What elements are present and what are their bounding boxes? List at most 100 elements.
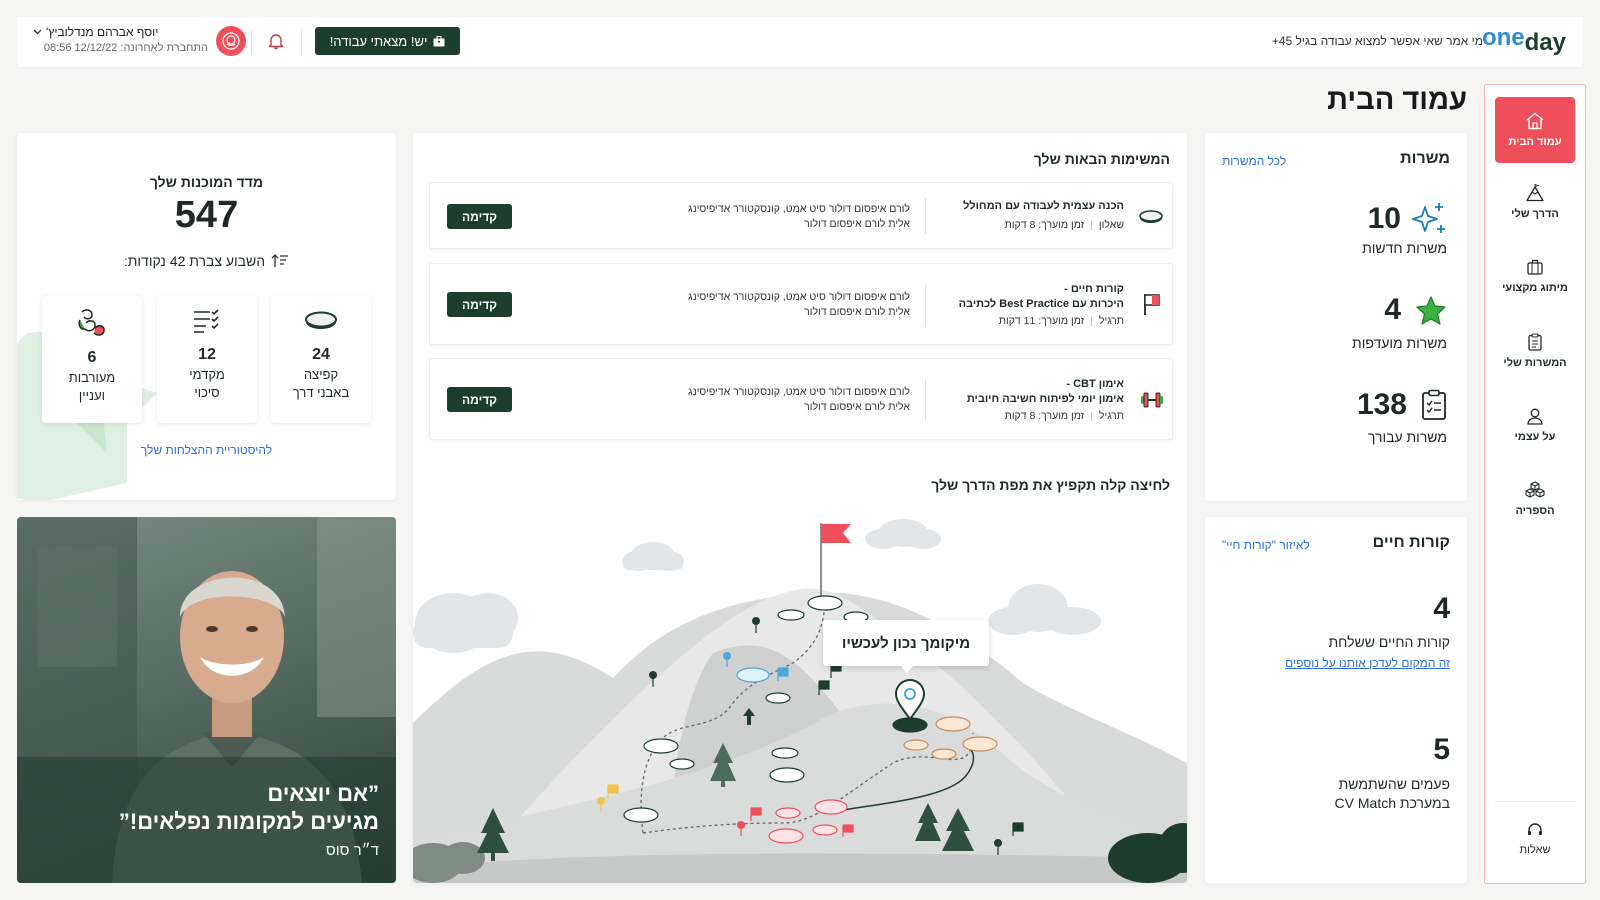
task-type: תרגיל (1098, 410, 1124, 422)
resumes-area-link[interactable]: לאיזור "קורות חיי" (1222, 538, 1310, 552)
stone-icon (1138, 209, 1164, 225)
cv-match-label-line: פעמים שהשתמשת (1338, 776, 1450, 792)
sidebar-item-label: עמוד הבית (1508, 136, 1562, 148)
found-job-button[interactable]: יש! מצאתי עבודה! (315, 27, 460, 55)
summit-flag-icon (821, 524, 851, 543)
tile-label-line: סיכוי (194, 385, 220, 400)
jobs-title: משרות (1400, 150, 1450, 167)
task-row[interactable]: קורות חיים - היכרות עם Best Practice לכת… (429, 263, 1173, 345)
quote-card: ”אם יוצאים מגיעים למקומות נפלאים!” ד״ר ס… (17, 517, 396, 883)
task-meta: תרגיל | זמן מוערך: 11 דקות (999, 315, 1124, 327)
jobs-for-you-value: 138 (1356, 388, 1407, 421)
resumes-card: קורות חיים לאיזור "קורות חיי" 4 קורות הח… (1205, 517, 1467, 883)
task-title: קורות חיים - היכרות עם Best Practice לכת… (959, 282, 1124, 312)
sidebar: עמוד הבית הדרך שלי מיתוג מקצועי המשרות ש… (1484, 84, 1586, 884)
sidebar-item-branding[interactable]: מיתוג מקצועי (1495, 246, 1575, 306)
tile-value: 12 (198, 346, 216, 363)
tagline: מי אמר שאי אפשר למצוא עבודה בגיל 45+ (1271, 34, 1483, 48)
sidebar-item-home[interactable]: עמוד הבית (1495, 97, 1575, 163)
stat-new-jobs[interactable]: 10 (1368, 201, 1447, 237)
readiness-tile[interactable]: 12 מקדמי סיכוי (157, 296, 257, 423)
task-title-line: קורות חיים - (1064, 283, 1124, 295)
dumbbell-icon (1140, 391, 1164, 409)
tasks-title: המשימות הבאות שלך (1033, 151, 1170, 167)
user-info[interactable]: יוסף אברהם מנדלוביץ' התחברת לאחרונה: 12/… (33, 25, 208, 54)
task-go-button[interactable]: קדימה (447, 387, 512, 412)
task-go-button[interactable]: קדימה (447, 292, 512, 317)
cloud (988, 584, 1101, 635)
divider (925, 198, 926, 234)
task-title: אימון CBT - אימון יומי לפיתוח חשיבה חיוב… (967, 377, 1124, 407)
mountain-icon (1525, 184, 1545, 202)
favorite-jobs-label: משרות מועדפות (1352, 335, 1447, 351)
quote-line: ”אם יוצאים (267, 781, 379, 806)
tile-label-line: קפיצה (303, 367, 339, 382)
top-bar: day one מי אמר שאי אפשר למצוא עבודה בגיל… (17, 17, 1583, 67)
stat-jobs-for-you[interactable]: 138 (1357, 388, 1447, 422)
success-history-link[interactable]: להיסטוריית ההצלחות שלך (17, 443, 396, 457)
clipboard-check-icon (1421, 389, 1447, 421)
separator: | (1090, 219, 1093, 231)
task-meta: שאלון | זמן מוערך: 8 דקות (1005, 219, 1124, 231)
quote-text: ”אם יוצאים מגיעים למקומות נפלאים!” (119, 780, 379, 836)
quote-line: מגיעים למקומות נפלאים!” (118, 809, 379, 834)
logo[interactable]: day one (1482, 24, 1566, 57)
divider (925, 379, 926, 421)
divider (925, 284, 926, 326)
journey-map[interactable]: מיקומך נכון לעכשיו (413, 503, 1187, 883)
sidebar-item-about-me[interactable]: על עצמי (1495, 395, 1575, 455)
update-resumes-link[interactable]: זה המקום לעדכן אותנו על נוספים (1285, 656, 1450, 670)
separator: | (1090, 410, 1093, 422)
found-job-label: יש! מצאתי עבודה! (329, 33, 428, 49)
task-desc-line: אלית לורם איפסום דולור (804, 306, 910, 318)
all-jobs-link[interactable]: לכל המשרות (1222, 154, 1286, 168)
task-row[interactable]: אימון CBT - אימון יומי לפיתוח חשיבה חיוב… (429, 358, 1173, 440)
sparkle-icon (1411, 201, 1447, 237)
sort-icon (271, 253, 289, 269)
cv-match-value: 5 (1433, 733, 1450, 766)
briefcase-icon (433, 35, 445, 47)
tooltip-arrow (899, 664, 915, 673)
sidebar-item-library[interactable]: הספריה (1495, 469, 1575, 529)
avatar[interactable] (216, 26, 246, 56)
last-login: התחברת לאחרונה: 12/12/22 08:56 (43, 42, 208, 54)
task-meta: תרגיל | זמן מוערך: 8 דקות (1005, 410, 1124, 422)
task-title-line: היכרות עם Best Practice לכתיבה (958, 298, 1124, 310)
sidebar-item-label: הדרך שלי (1511, 208, 1559, 220)
new-jobs-label: משרות חדשות (1362, 240, 1447, 256)
user-icon (1526, 407, 1544, 425)
readiness-tile[interactable]: 24 קפיצה באבני דרך (271, 296, 371, 423)
hands-icon (76, 306, 108, 338)
task-desc-line: לורם איפסום דולור סיט אמט, קונסקטורר אדי… (688, 291, 910, 303)
readiness-score: 547 (174, 194, 239, 236)
sent-resumes-label: קורות החיים ששלחת (1328, 634, 1450, 650)
sidebar-item-questions[interactable]: שאלות (1495, 809, 1575, 869)
tile-value: 24 (312, 346, 330, 363)
task-description: לורם איפסום דולור סיט אמט, קונסקטורר אדי… (688, 290, 910, 320)
tasks-card: המשימות הבאות שלך הכנה עצמית לעבודה עם ה… (413, 133, 1187, 883)
weekly-points-text: השבוע צברת 42 נקודות: (123, 253, 266, 269)
sent-resumes-value: 4 (1433, 592, 1450, 625)
readiness-tile[interactable]: 6 מעורבות ועניין (42, 296, 142, 423)
headset-icon (1526, 822, 1544, 838)
task-go-button[interactable]: קדימה (447, 204, 512, 229)
task-time: זמן מוערך: 11 דקות (998, 315, 1085, 327)
briefcase-icon (1526, 258, 1544, 276)
checklist-icon (192, 308, 222, 334)
task-row[interactable]: הכנה עצמית לעבודה עם המחולל שאלון | זמן מו… (429, 182, 1173, 249)
tile-label: מעורבות ועניין (42, 369, 142, 405)
chevron-down-icon[interactable] (33, 29, 42, 35)
jobs-for-you-label: משרות עבורך (1367, 429, 1447, 445)
task-desc-line: לורם איפסום דולור סיט אמט, קונסקטורר אדי… (688, 386, 910, 398)
flag-icon (1142, 292, 1162, 316)
logo-day: day (1524, 29, 1566, 56)
task-type: שאלון (1098, 219, 1124, 231)
sidebar-item-my-path[interactable]: הדרך שלי (1495, 172, 1575, 232)
sidebar-item-label: המשרות שלי (1503, 357, 1567, 369)
sidebar-item-label: מיתוג מקצועי (1502, 282, 1568, 294)
stat-favorite-jobs[interactable]: 4 (1384, 293, 1447, 327)
map-title: לחיצה קלה תקפיץ את מפת הדרך שלך (931, 477, 1170, 493)
star-icon (1415, 295, 1447, 326)
sidebar-item-my-jobs[interactable]: המשרות שלי (1495, 321, 1575, 381)
bell-icon[interactable] (267, 32, 285, 50)
